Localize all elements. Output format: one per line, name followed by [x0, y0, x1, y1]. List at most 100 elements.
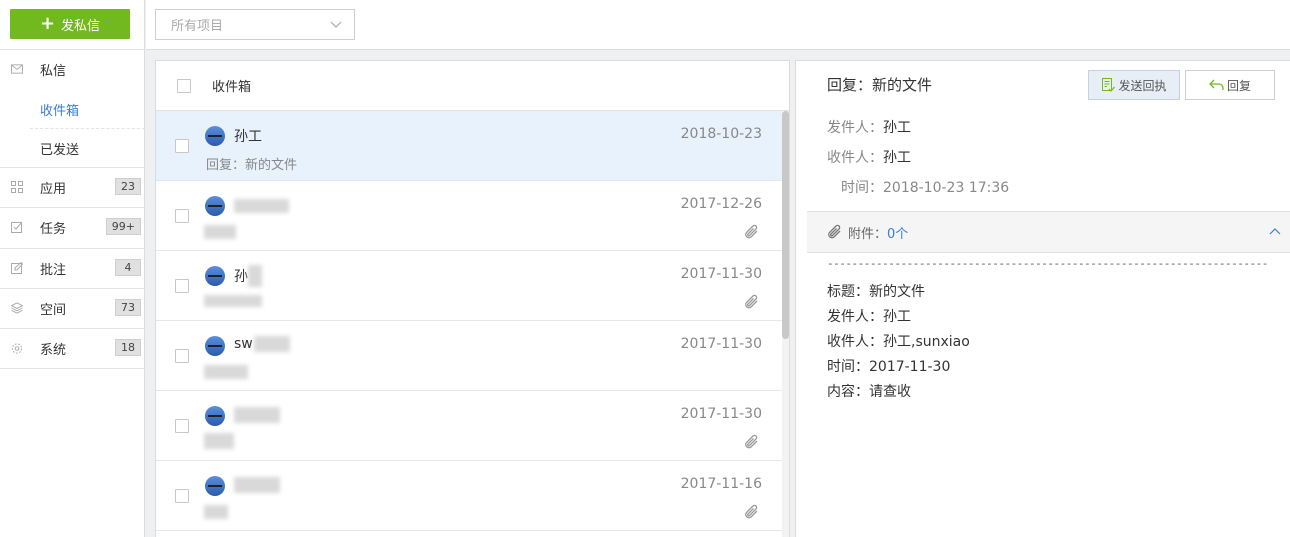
sidebar-item-annotations[interactable]: 批注 4	[0, 248, 145, 288]
redacted-sender	[254, 336, 290, 352]
redacted-sender	[248, 265, 262, 287]
paperclip-icon	[744, 294, 760, 314]
row-checkbox[interactable]	[175, 139, 189, 153]
row-checkbox[interactable]	[175, 209, 189, 223]
message-row[interactable]: 2017-12-26	[156, 181, 782, 251]
attachment-label: 附件：	[848, 226, 888, 242]
plus-icon: +	[39, 13, 56, 34]
top-bar: 所有项目	[146, 0, 1290, 50]
row-checkbox[interactable]	[175, 489, 189, 503]
recipient-value: 孙工	[883, 150, 911, 166]
row-checkbox[interactable]	[175, 279, 189, 293]
sidebar-item-sent[interactable]: 已发送	[0, 128, 145, 168]
recipient-label: 收件人：	[827, 150, 883, 166]
message-sender: 孙	[234, 269, 248, 285]
message-detail-panel: 回复：新的文件 发送回执 回复 发件人：孙工 收件人：孙工 时间：2018-10…	[795, 60, 1290, 537]
redacted-subject	[204, 365, 248, 379]
sidebar-item-system[interactable]: 系统 18	[0, 328, 145, 368]
attachment-count[interactable]: 0个	[887, 223, 908, 242]
reply-button[interactable]: 回复	[1185, 70, 1275, 100]
avatar	[205, 196, 225, 216]
message-date: 2018-10-23	[680, 126, 762, 142]
message-row[interactable]: sw 2017-11-30	[156, 321, 782, 391]
sidebar-item-label: 任务	[40, 221, 67, 237]
sender-field: 发件人：孙工	[827, 117, 911, 137]
avatar	[205, 476, 225, 496]
annotation-icon	[11, 262, 23, 274]
apps-icon	[11, 181, 23, 193]
gear-icon	[11, 342, 23, 354]
sidebar-item-label: 应用	[40, 181, 67, 197]
divider	[0, 368, 145, 369]
redacted-sender	[234, 477, 280, 493]
message-row[interactable]: 2017-11-16	[156, 461, 782, 531]
sidebar: + 发私信 私信 收件箱 已发送 应用 23 任务 99+ 批注 4 空间 73…	[0, 0, 145, 537]
sidebar-item-apps[interactable]: 应用 23	[0, 167, 145, 207]
redacted-sender	[234, 199, 289, 213]
sidebar-item-messages[interactable]: 私信	[0, 49, 145, 89]
avatar	[205, 266, 225, 286]
recipient-field: 收件人：孙工	[827, 147, 911, 167]
avatar	[205, 406, 225, 426]
time-field: 时间：2018-10-23 17:36	[841, 177, 1009, 197]
message-date: 2017-11-30	[680, 266, 762, 282]
count-badge: 18	[115, 339, 141, 356]
redacted-sender	[234, 407, 280, 423]
project-filter-value: 所有项目	[171, 19, 224, 34]
row-checkbox[interactable]	[175, 419, 189, 433]
redacted-subject	[204, 505, 228, 519]
paperclip-icon	[744, 504, 760, 524]
reply-icon	[1209, 79, 1224, 90]
message-list-panel: 收件箱 孙工 回复：新的文件 2018-10-23 2017-12-26 孙 2…	[155, 60, 790, 537]
time-label: 时间：	[841, 180, 883, 196]
message-date: 2017-11-16	[680, 476, 762, 492]
paperclip-icon	[828, 224, 841, 239]
task-icon	[11, 221, 23, 233]
chevron-up-icon[interactable]	[1269, 226, 1281, 242]
count-badge: 4	[115, 259, 141, 276]
redacted-subject	[204, 295, 262, 307]
select-all-checkbox[interactable]	[177, 78, 191, 93]
sidebar-item-tasks[interactable]: 任务 99+	[0, 207, 145, 247]
mail-icon	[11, 63, 23, 75]
count-badge: 73	[115, 299, 141, 316]
quote-divider: ----------------------------------------…	[827, 257, 1268, 270]
time-value: 2018-10-23 17:36	[883, 180, 1010, 196]
message-sender: 孙工	[234, 129, 262, 145]
reply-label: 回复	[1226, 78, 1251, 93]
row-checkbox[interactable]	[175, 349, 189, 363]
message-date: 2017-12-26	[680, 196, 762, 212]
message-subject: 回复：新的文件	[206, 158, 298, 173]
sidebar-item-label: 空间	[40, 302, 67, 318]
compose-message-label: 发私信	[61, 18, 101, 34]
message-row[interactable]: 孙 2017-11-30	[156, 251, 782, 321]
sidebar-item-label: 私信	[40, 63, 67, 79]
list-scrollbar[interactable]	[782, 111, 789, 537]
project-filter-select[interactable]: 所有项目	[155, 9, 355, 40]
compose-message-button[interactable]: + 发私信	[10, 9, 130, 39]
redacted-subject	[204, 433, 234, 449]
sidebar-item-label: 系统	[40, 342, 67, 358]
avatar	[205, 126, 225, 146]
receipt-icon	[1102, 78, 1116, 92]
count-badge: 99+	[105, 218, 141, 235]
count-badge: 23	[115, 178, 141, 195]
sender-label: 发件人：	[827, 120, 883, 136]
sidebar-item-inbox[interactable]: 收件箱	[0, 89, 145, 129]
avatar	[205, 336, 225, 356]
paperclip-icon	[744, 224, 760, 244]
sidebar-item-spaces[interactable]: 空间 73	[0, 288, 145, 328]
sender-value: 孙工	[883, 120, 911, 136]
message-row[interactable]: 孙工 回复：新的文件 2018-10-23	[156, 111, 782, 181]
scrollbar-thumb[interactable]	[782, 111, 789, 339]
quoted-line: 内容：请查收	[827, 384, 911, 400]
send-receipt-button[interactable]: 发送回执	[1088, 70, 1180, 100]
chevron-down-icon	[330, 18, 342, 34]
message-date: 2017-11-30	[680, 336, 762, 352]
paperclip-icon	[744, 434, 760, 454]
message-row[interactable]: 2017-11-30	[156, 391, 782, 461]
sidebar-item-label: 批注	[40, 262, 67, 278]
message-list-header: 收件箱	[156, 61, 789, 111]
message-title: 回复：新的文件	[827, 76, 933, 94]
attachment-bar[interactable]: 附件： 0个	[807, 211, 1290, 253]
